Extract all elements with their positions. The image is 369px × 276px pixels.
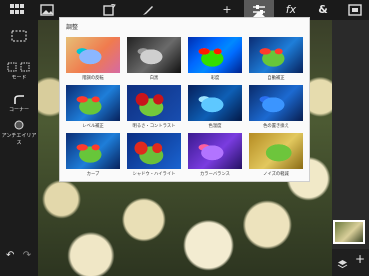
adjust-replace[interactable]: 色の置き換え bbox=[249, 85, 303, 129]
invert-thumbnail bbox=[66, 37, 120, 73]
adjust-bw[interactable]: 白黒 bbox=[127, 37, 181, 81]
layers-icon[interactable] bbox=[337, 255, 348, 274]
corner-label: コーナー bbox=[8, 107, 29, 113]
mode-button[interactable]: モード bbox=[0, 62, 38, 81]
antialias-button[interactable]: アンチエイリアス bbox=[0, 120, 38, 146]
antialias-label: アンチエイリアス bbox=[1, 133, 37, 146]
mode-label: モード bbox=[11, 75, 27, 81]
image-icon[interactable] bbox=[32, 0, 62, 20]
replace-thumbnail bbox=[249, 85, 303, 121]
adjust-curves[interactable]: カーブ bbox=[66, 133, 120, 177]
auto-thumbnail bbox=[249, 37, 303, 73]
adjustments-popover: 調整 階調の反転 白黒 彩度 自動補正 レベル補正 明るさ・コントラスト 色温度… bbox=[59, 17, 310, 182]
adjust-invert[interactable]: 階調の反転 bbox=[66, 37, 120, 81]
rect-select-icon[interactable] bbox=[0, 30, 38, 44]
temperature-label: 色温度 bbox=[208, 124, 222, 129]
adjust-balance[interactable]: カラーバランス bbox=[188, 133, 242, 177]
balance-label: カラーバランス bbox=[200, 172, 230, 177]
panel-title: 調整 bbox=[66, 24, 79, 31]
shadows-label: シャドウ・ハイライト bbox=[132, 172, 176, 177]
temperature-thumbnail bbox=[188, 85, 242, 121]
layer-thumbnail[interactable] bbox=[333, 220, 365, 244]
back-to-gallery-icon[interactable] bbox=[2, 0, 32, 20]
brightness-label: 明るさ・コントラスト bbox=[132, 124, 176, 129]
levels-label: レベル補正 bbox=[82, 124, 104, 129]
add-layer-icon[interactable]: + bbox=[355, 252, 365, 266]
curves-thumbnail bbox=[66, 133, 120, 169]
corner-button[interactable]: コーナー bbox=[0, 94, 38, 113]
adjust-noise[interactable]: ノイズの軽減 bbox=[249, 133, 303, 177]
left-toolbar: モード コーナー アンチエイリアス ↶ ↷ bbox=[0, 20, 38, 276]
noise-label: ノイズの軽減 bbox=[263, 172, 289, 177]
shadows-thumbnail bbox=[127, 133, 181, 169]
balance-thumbnail bbox=[188, 133, 242, 169]
adjust-brightness[interactable]: 明るさ・コントラスト bbox=[127, 85, 181, 129]
adjust-temperature[interactable]: 色温度 bbox=[188, 85, 242, 129]
undo-icon[interactable]: ↶ bbox=[0, 250, 16, 261]
bw-label: 白黒 bbox=[149, 76, 159, 81]
replace-label: 色の置き換え bbox=[263, 124, 289, 129]
adjust-saturation[interactable]: 彩度 bbox=[188, 37, 242, 81]
invert-label: 階調の反転 bbox=[82, 76, 104, 81]
ampersand-icon[interactable]: & bbox=[308, 0, 338, 20]
curves-label: カーブ bbox=[86, 172, 100, 177]
adjust-auto[interactable]: 自動補正 bbox=[249, 37, 303, 81]
brightness-thumbnail bbox=[127, 85, 181, 121]
auto-label: 自動補正 bbox=[267, 76, 285, 81]
fullscreen-icon[interactable] bbox=[340, 0, 369, 20]
redo-icon[interactable]: ↷ bbox=[20, 250, 34, 261]
saturation-thumbnail bbox=[188, 37, 242, 73]
layers-footer: + bbox=[332, 249, 369, 276]
levels-thumbnail bbox=[66, 85, 120, 121]
adjust-shadows[interactable]: シャドウ・ハイライト bbox=[127, 133, 181, 177]
noise-thumbnail bbox=[249, 133, 303, 169]
bw-thumbnail bbox=[127, 37, 181, 73]
saturation-label: 彩度 bbox=[210, 76, 220, 81]
adjust-levels[interactable]: レベル補正 bbox=[66, 85, 120, 129]
